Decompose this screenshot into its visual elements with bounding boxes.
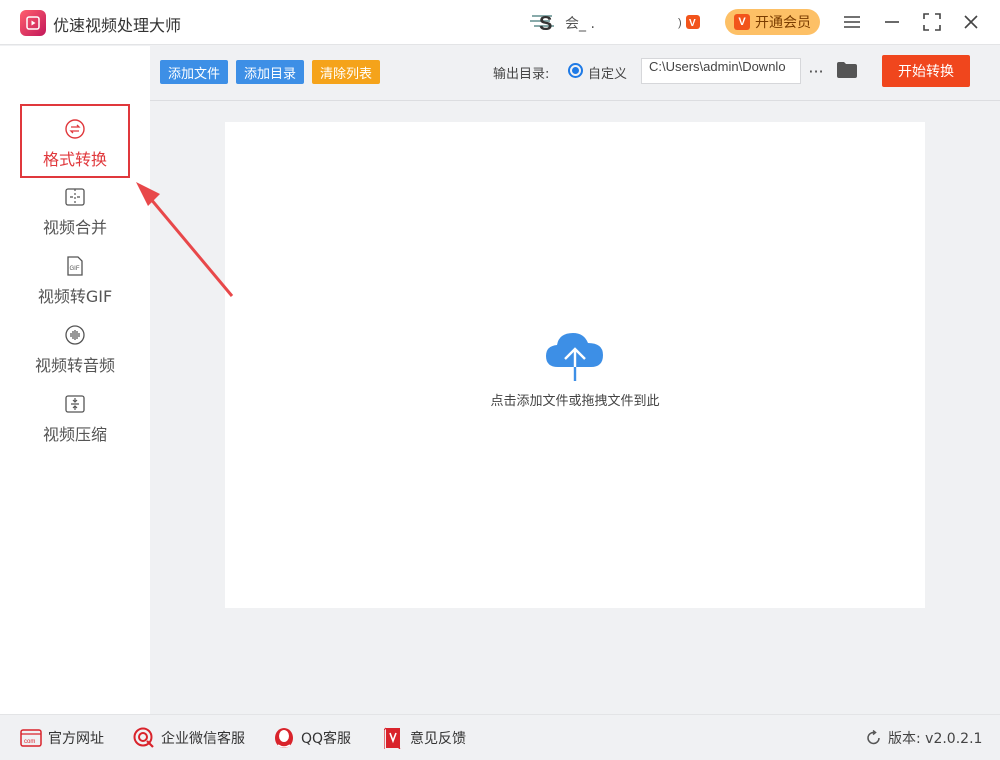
official-website-label: 官方网址 (48, 731, 104, 747)
sidebar-item-video-merge[interactable]: 视频合并 (20, 174, 130, 248)
minimize-icon[interactable] (881, 11, 903, 33)
feedback-label: 意见反馈 (410, 731, 466, 747)
audio-icon (65, 325, 85, 345)
menu-icon[interactable] (841, 11, 863, 33)
refresh-icon (867, 730, 880, 745)
output-path-input[interactable]: C:\Users\admin\Downlo (641, 58, 801, 84)
vip-status-icon: V) (678, 12, 702, 32)
qq-support-label: QQ客服 (301, 731, 352, 747)
official-website-link[interactable]: com 官方网址 (20, 727, 104, 749)
version-label: 版本: v2.0.2.1 (888, 731, 983, 747)
maximize-icon[interactable] (921, 11, 943, 33)
vip-icon: V (734, 14, 750, 30)
wechat-icon (133, 727, 155, 749)
svg-text:GIF: GIF (70, 266, 80, 272)
open-vip-button[interactable]: V 开通会员 (725, 9, 820, 35)
gif-icon: GIF (67, 256, 83, 276)
feedback-icon (382, 727, 404, 749)
drop-hint-text: 点击添加文件或拖拽文件到此 (490, 394, 660, 409)
sidebar-item-format-convert[interactable]: 格式转换 (20, 104, 130, 178)
custom-dir-label[interactable]: 自定义 (588, 63, 627, 82)
sidebar-item-label: 视频转GIF (37, 287, 113, 306)
wechat-support-link[interactable]: 企业微信客服 (133, 727, 245, 749)
sidebar-item-label: 视频转音频 (34, 356, 115, 375)
title-bar: 优速视频处理大师 S 会_ . V) V 开通会员 (0, 0, 1000, 45)
sidebar: 格式转换 视频合并 GIF 视频转GIF 视频转音频 视频压缩 (0, 46, 150, 714)
format-convert-icon (65, 119, 85, 139)
feedback-link[interactable]: 意见反馈 (382, 727, 466, 749)
sidebar-item-label: 视频合并 (42, 218, 107, 237)
user-name[interactable]: 会_ . (565, 13, 595, 33)
clear-list-button[interactable]: 清除列表 (312, 60, 381, 84)
close-icon[interactable] (960, 11, 982, 33)
cloud-upload-icon[interactable] (544, 327, 606, 383)
version-info[interactable]: 版本: v2.0.2.1 (866, 728, 982, 748)
custom-dir-radio[interactable] (568, 63, 583, 78)
svg-text:S: S (539, 13, 552, 34)
sidebar-item-video-to-gif[interactable]: GIF 视频转GIF (20, 243, 130, 317)
sidebar-item-label: 格式转换 (42, 150, 107, 169)
folder-icon[interactable] (836, 60, 858, 82)
video-merge-icon (65, 188, 85, 206)
svg-text:com: com (24, 739, 35, 745)
sidebar-item-video-to-audio[interactable]: 视频转音频 (20, 312, 130, 386)
compress-icon (65, 395, 85, 413)
file-drop-zone[interactable]: 点击添加文件或拖拽文件到此 (225, 122, 925, 608)
svg-text:V: V (689, 18, 696, 29)
browse-more-button[interactable]: ··· (806, 58, 826, 84)
start-convert-button[interactable]: 开始转换 (882, 55, 970, 87)
toolbar: 添加文件 添加目录 清除列表 输出目录: 自定义 C:\Users\admin\… (150, 46, 1000, 101)
open-vip-label: 开通会员 (755, 15, 811, 31)
add-directory-button[interactable]: 添加目录 (236, 60, 305, 84)
footer: com 官方网址 企业微信客服 QQ客服 意见反馈 版本: v2.0.2.1 (0, 714, 1000, 760)
user-avatar-icon[interactable]: S (528, 10, 558, 35)
website-icon: com (20, 727, 42, 749)
qq-support-link[interactable]: QQ客服 (273, 727, 351, 749)
qq-icon (273, 727, 295, 749)
add-file-button[interactable]: 添加文件 (160, 60, 229, 84)
wechat-support-label: 企业微信客服 (161, 731, 245, 747)
sidebar-item-label: 视频压缩 (42, 425, 107, 444)
app-title: 优速视频处理大师 (53, 16, 182, 35)
sidebar-item-video-compress[interactable]: 视频压缩 (20, 381, 130, 455)
svg-text:): ) (678, 17, 682, 29)
output-dir-label: 输出目录: (493, 67, 550, 82)
app-logo-icon (20, 10, 46, 36)
